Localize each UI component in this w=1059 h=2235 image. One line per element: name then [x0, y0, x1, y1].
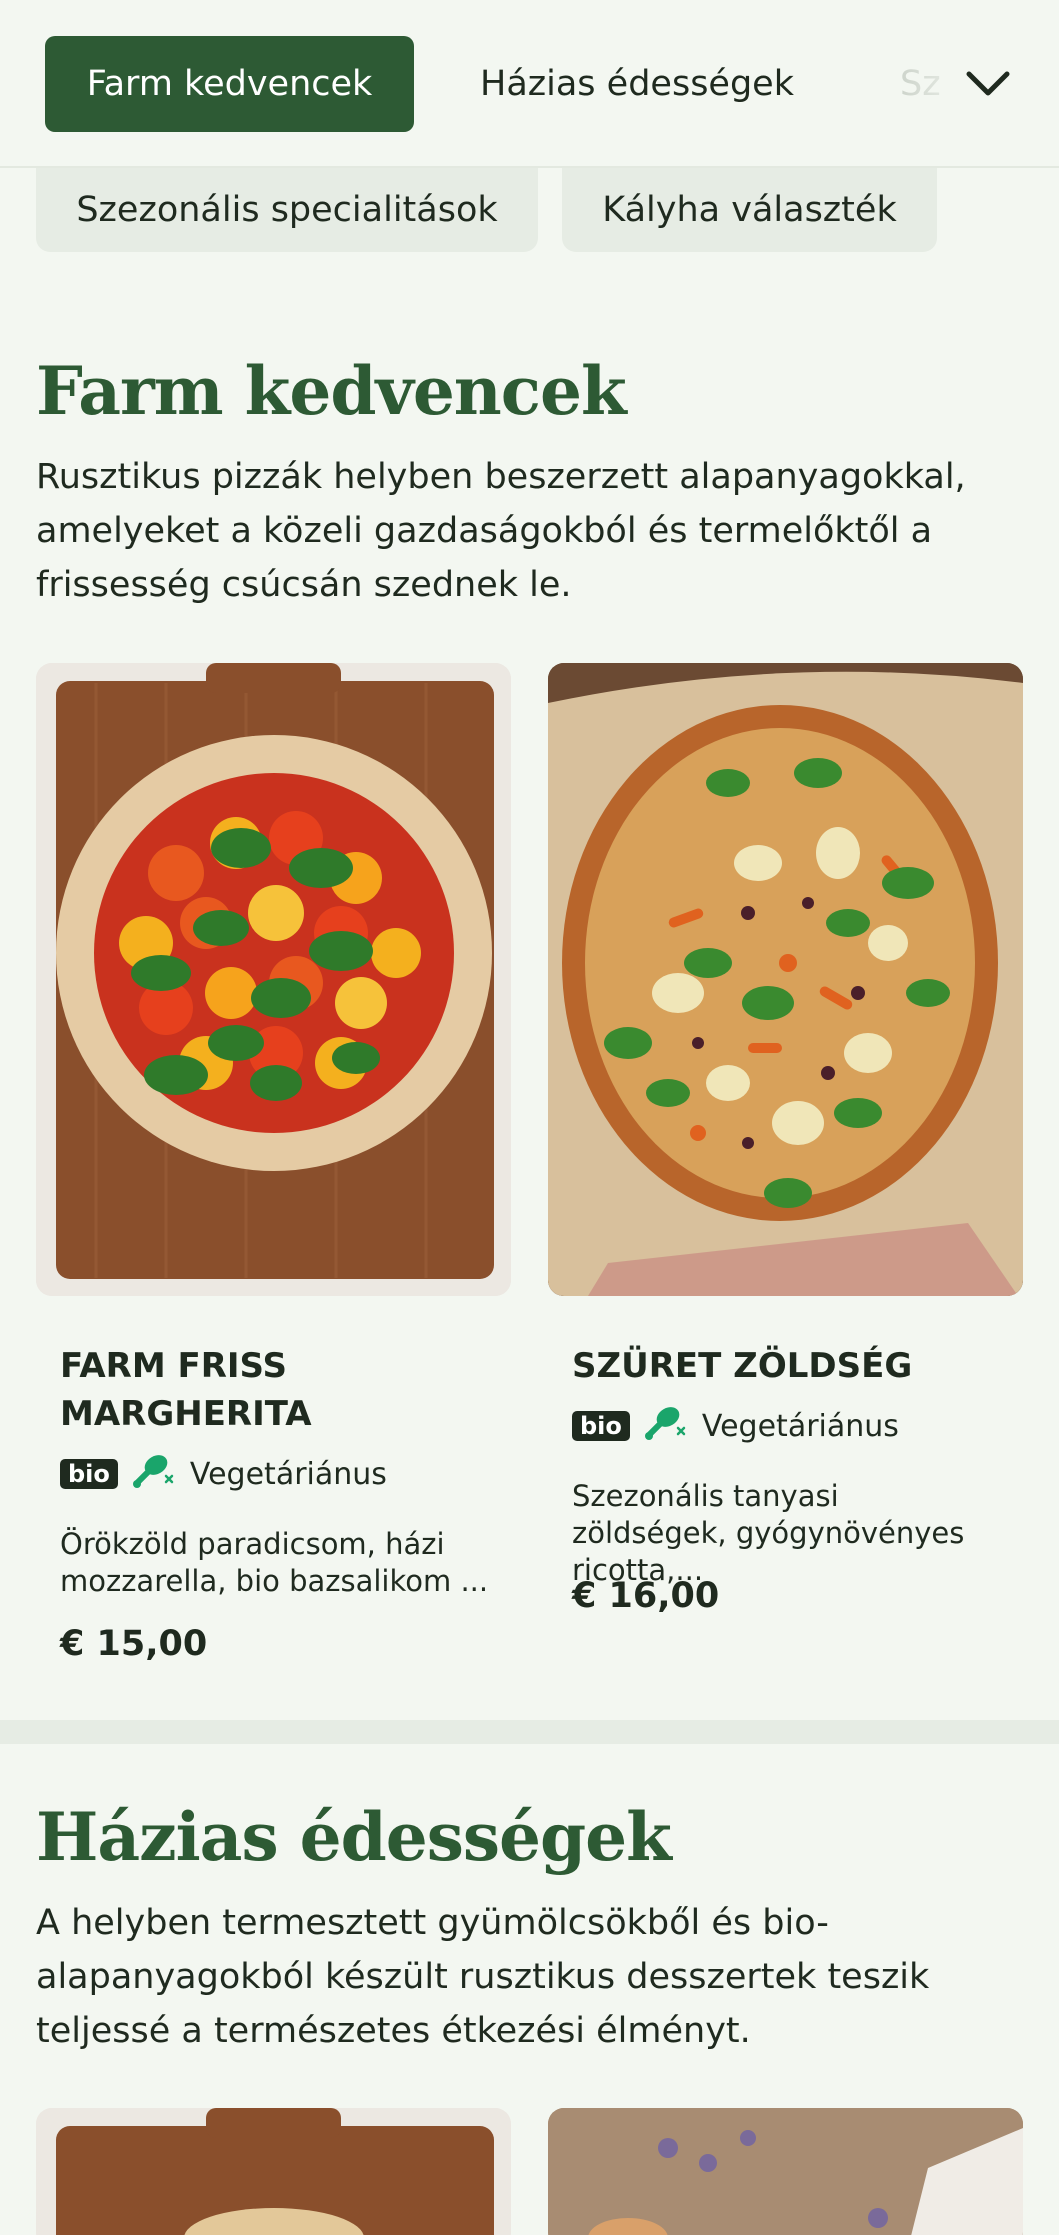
item-title[interactable]: SZÜRET ZÖLDSÉG — [572, 1342, 1012, 1390]
item-price: € 16,00 — [572, 1576, 720, 1616]
tab-hazias-edessegek[interactable]: Házias édességek — [480, 36, 794, 132]
tab-farm-kedvencek[interactable]: Farm kedvencek — [45, 36, 414, 132]
item-title[interactable]: FARM FRISS MARGHERITA — [60, 1342, 480, 1438]
chevron-down-icon[interactable] — [962, 60, 1014, 108]
vegetarian-drumstick-icon — [132, 1452, 176, 1496]
item-description: Örökzöld paradicsom, házi mozzarella, bi… — [60, 1527, 489, 1598]
item-description: Szezonális tanyasi zöldségek, gyógynövén… — [572, 1479, 965, 1587]
pizza-image-szuret-zoldseg[interactable] — [548, 663, 1023, 1296]
vegetarian-drumstick-icon — [644, 1404, 688, 1448]
category-nav: Farm kedvencek Házias édességek Sz — [0, 0, 1059, 168]
nav-fade-overlay — [890, 36, 970, 132]
item-tags: bio Vegetáriánus — [572, 1404, 899, 1448]
section-description: Rusztikus pizzák helyben beszerzett alap… — [36, 457, 966, 605]
dessert-image-1[interactable] — [36, 2108, 511, 2235]
item-price: € 15,00 — [60, 1624, 208, 1664]
diet-label: Vegetáriánus — [701, 1408, 899, 1444]
chip-kalyha-valasztek[interactable]: Kályha választék — [562, 168, 937, 252]
section-title-farm-kedvencek: Farm kedvencek — [36, 352, 627, 430]
pizza-image-margherita[interactable] — [36, 663, 511, 1296]
section-divider — [0, 1720, 1059, 1744]
dessert-image-2[interactable] — [548, 2108, 1023, 2235]
bio-badge: bio — [572, 1411, 630, 1441]
item-tags: bio Vegetáriánus — [60, 1452, 387, 1496]
section-title-hazias-edessegek: Házias édességek — [36, 1798, 672, 1876]
diet-label: Vegetáriánus — [189, 1456, 387, 1492]
section-description: A helyben termesztett gyümölcsökből és b… — [36, 1903, 930, 2051]
chip-szezonalis-specialitasok[interactable]: Szezonális specialitások — [36, 168, 538, 252]
bio-badge: bio — [60, 1459, 118, 1489]
